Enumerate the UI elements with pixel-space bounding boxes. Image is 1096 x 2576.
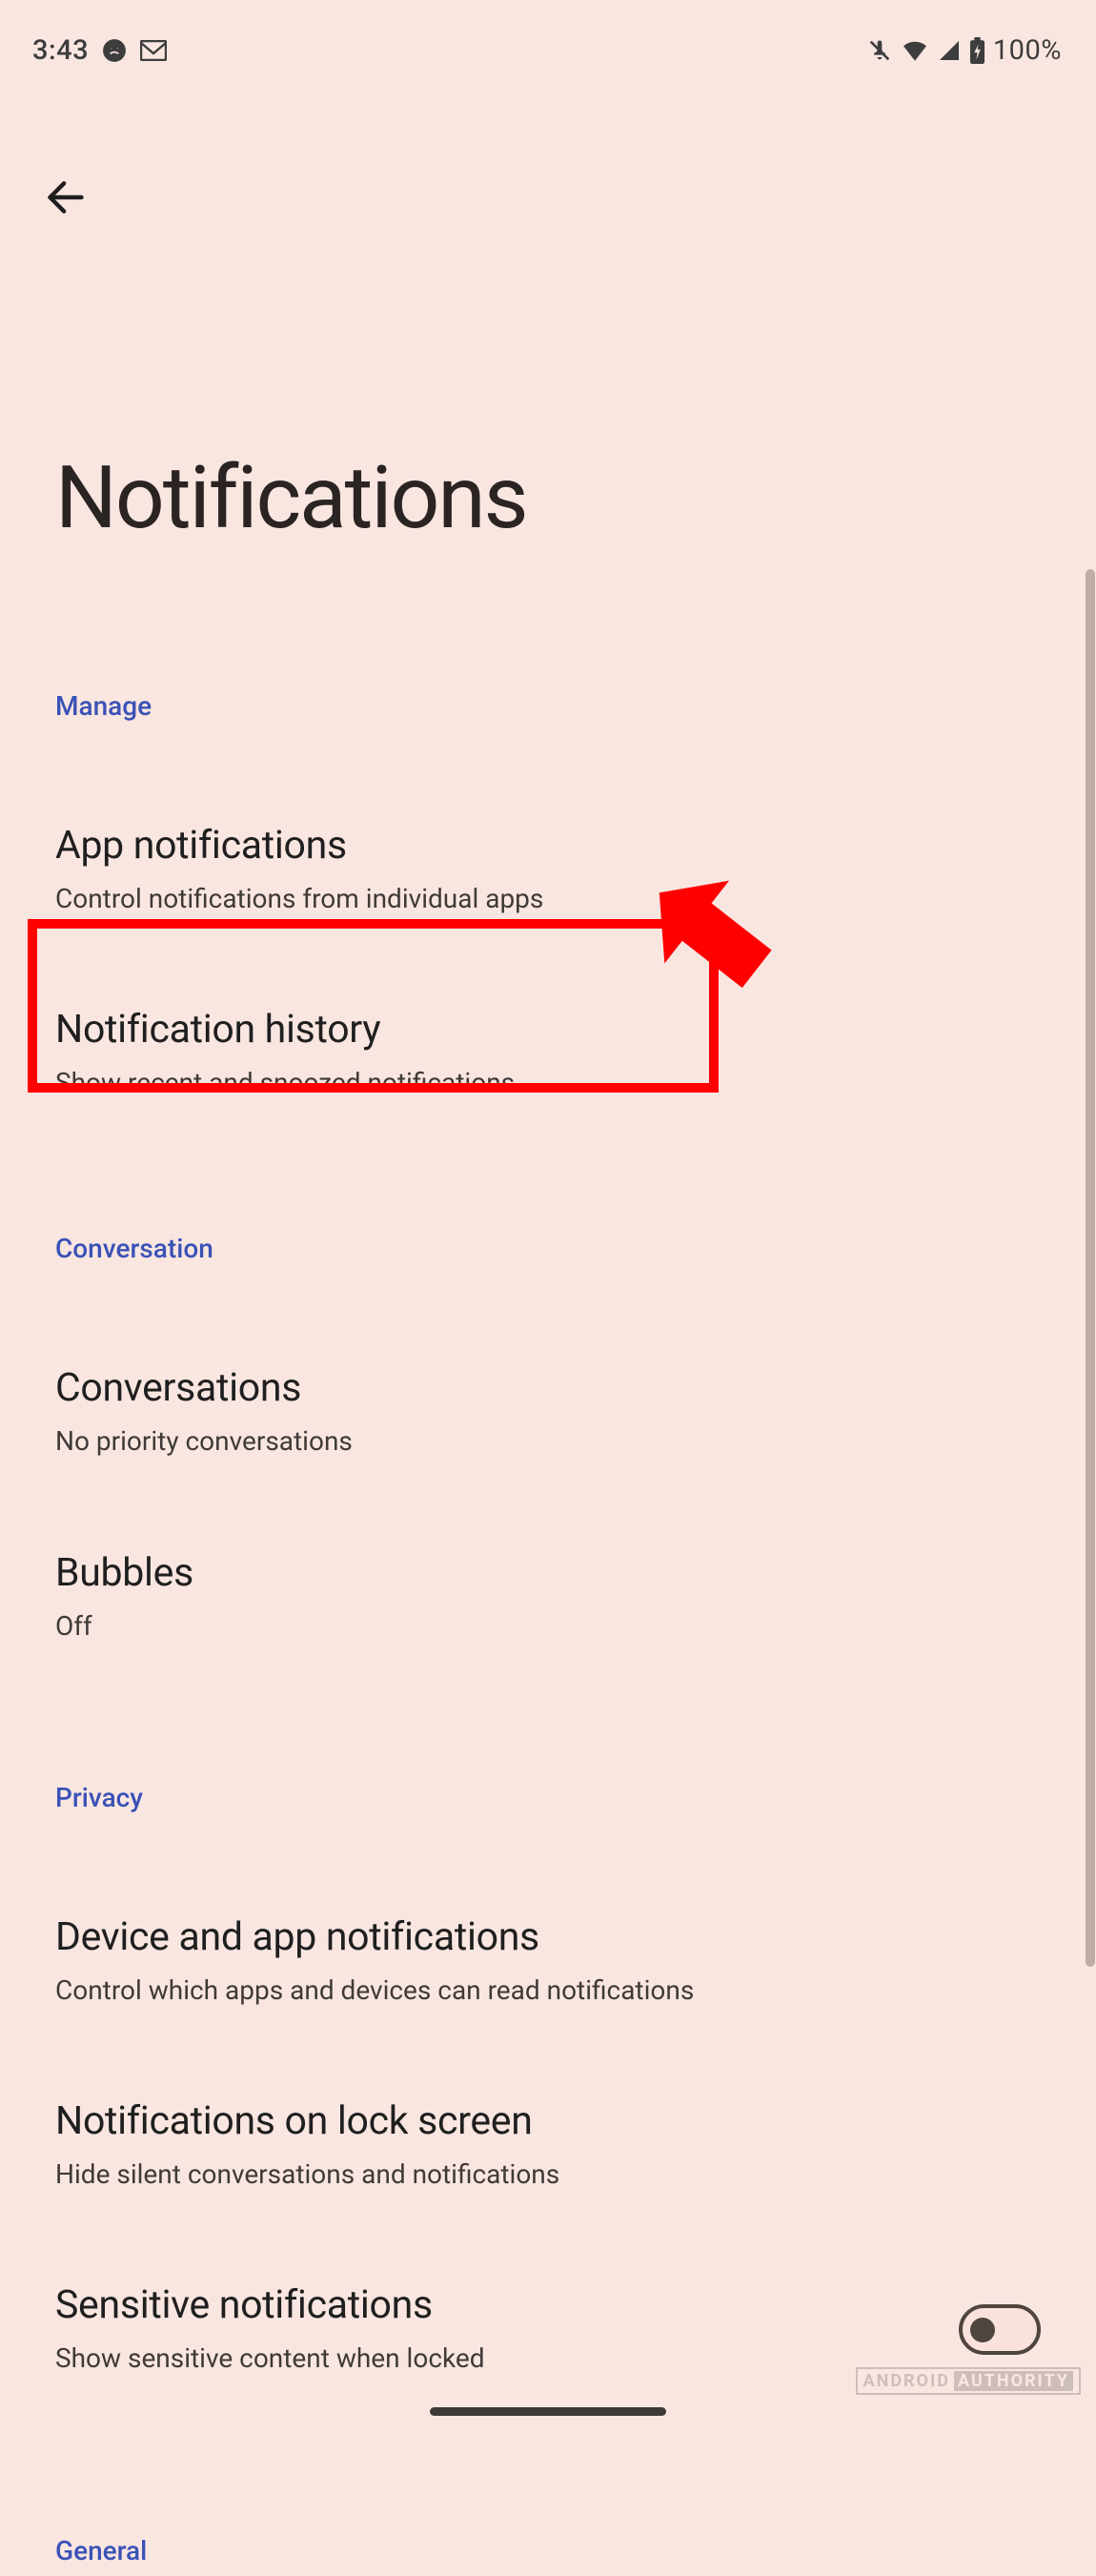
mute-icon bbox=[866, 37, 893, 64]
setting-title: Bubbles bbox=[55, 1550, 1041, 1596]
setting-bubbles[interactable]: Bubbles Off bbox=[55, 1504, 1041, 1688]
setting-subtitle: Control which apps and devices can read … bbox=[55, 1972, 1041, 2009]
face-icon bbox=[102, 38, 127, 63]
setting-title: Notification history bbox=[55, 1007, 1041, 1053]
battery-percent: 100% bbox=[993, 34, 1062, 67]
watermark: ANDROID AUTHORITY bbox=[856, 2367, 1081, 2395]
section-header-conversation: Conversation bbox=[55, 1233, 1041, 1264]
section-header-general: General bbox=[55, 2535, 1041, 2576]
setting-title: Device and app notifications bbox=[55, 1914, 1041, 1960]
status-bar: 3:43 100% bbox=[0, 0, 1096, 84]
setting-subtitle: Show recent and snoozed notifications bbox=[55, 1064, 1041, 1101]
wifi-icon bbox=[901, 39, 929, 62]
status-time: 3:43 bbox=[32, 34, 89, 67]
setting-subtitle: Hide silent conversations and notificati… bbox=[55, 2156, 1041, 2193]
status-left: 3:43 bbox=[32, 34, 167, 67]
gesture-nav-pill[interactable] bbox=[430, 2407, 666, 2416]
setting-title: Notifications on lock screen bbox=[55, 2098, 1041, 2144]
setting-subtitle: Show sensitive content when locked bbox=[55, 2340, 485, 2377]
setting-subtitle: Off bbox=[55, 1607, 1041, 1645]
setting-title: Conversations bbox=[55, 1365, 1041, 1411]
scrollbar[interactable] bbox=[1086, 569, 1095, 1967]
setting-subtitle: Control notifications from individual ap… bbox=[55, 880, 1041, 917]
watermark-b: AUTHORITY bbox=[954, 2371, 1073, 2391]
page-title: Notifications bbox=[55, 448, 1096, 549]
arrow-left-icon bbox=[45, 176, 87, 218]
setting-device-app-notifications[interactable]: Device and app notifications Control whi… bbox=[55, 1869, 1041, 2053]
section-header-privacy: Privacy bbox=[55, 1782, 1041, 1813]
settings-content: Manage App notifications Control notific… bbox=[0, 690, 1096, 2576]
sensitive-notifications-toggle[interactable] bbox=[959, 2304, 1041, 2355]
back-button[interactable] bbox=[38, 170, 93, 225]
setting-title: Sensitive notifications bbox=[55, 2282, 485, 2328]
setting-lock-screen-notifications[interactable]: Notifications on lock screen Hide silent… bbox=[55, 2053, 1041, 2237]
section-header-manage: Manage bbox=[55, 690, 1041, 722]
setting-subtitle: No priority conversations bbox=[55, 1422, 1041, 1460]
status-right: 100% bbox=[866, 34, 1062, 67]
gmail-icon bbox=[140, 40, 167, 61]
battery-icon bbox=[969, 37, 985, 64]
setting-title: App notifications bbox=[55, 823, 1041, 869]
setting-notification-history[interactable]: Notification history Show recent and sno… bbox=[55, 961, 1041, 1145]
signal-icon bbox=[937, 39, 962, 62]
watermark-a: ANDROID bbox=[863, 2371, 950, 2391]
setting-conversations[interactable]: Conversations No priority conversations bbox=[55, 1319, 1041, 1503]
setting-app-notifications[interactable]: App notifications Control notifications … bbox=[55, 777, 1041, 961]
